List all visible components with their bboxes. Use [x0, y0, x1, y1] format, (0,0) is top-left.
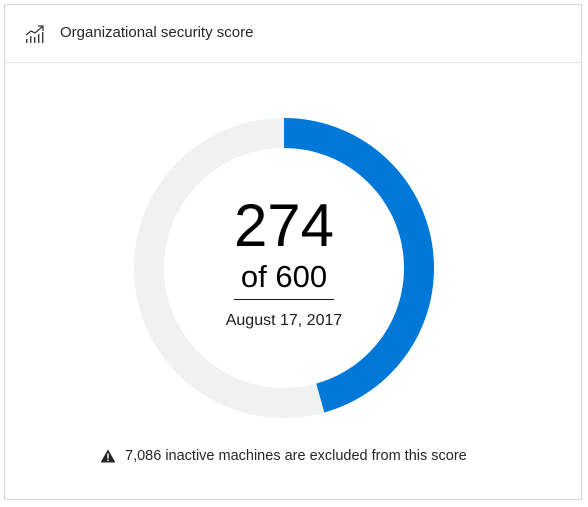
card-header: Organizational security score	[5, 5, 581, 63]
excluded-machines-text: 7,086 inactive machines are excluded fro…	[125, 448, 467, 464]
score-value: 274	[233, 192, 335, 259]
trending-chart-icon	[25, 25, 44, 43]
score-donut-chart: 274 of 600 August 17, 2017	[134, 118, 434, 418]
excluded-machines-note: 7,086 inactive machines are excluded fro…	[100, 446, 467, 466]
score-date: August 17, 2017	[225, 312, 343, 329]
warning-icon	[100, 449, 116, 463]
score-divider	[234, 299, 334, 300]
card-title: Organizational security score	[60, 24, 254, 41]
score-max: of 600	[240, 259, 328, 294]
security-score-card: Organizational security score 274 of 600…	[4, 4, 582, 500]
